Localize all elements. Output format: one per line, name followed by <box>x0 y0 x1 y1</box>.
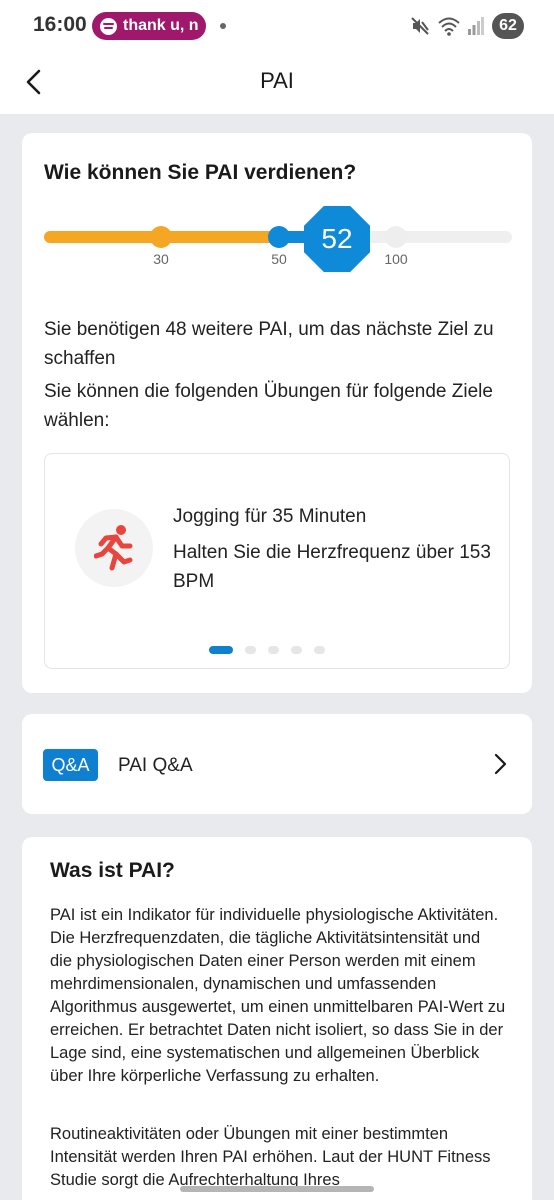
milestone-marker-50 <box>268 226 290 248</box>
notification-dot-icon <box>220 23 226 29</box>
earn-pai-card: Wie können Sie PAI verdienen? 30 50 100 … <box>22 133 532 693</box>
mute-icon <box>411 17 429 35</box>
what-is-pai-title: Was ist PAI? <box>50 859 175 882</box>
current-pai-badge: 52 <box>304 206 370 272</box>
earn-title: Wie können Sie PAI verdienen? <box>44 161 357 184</box>
exercise-icon-circle <box>75 509 153 587</box>
pagination-dot[interactable] <box>314 646 325 654</box>
what-is-pai-paragraph: Routineaktivitäten oder Übungen mit eine… <box>50 1125 491 1189</box>
qa-badge: Q&A <box>43 749 98 781</box>
app-header: PAI <box>0 52 554 114</box>
pagination-dot[interactable] <box>291 646 302 654</box>
tick-label-30: 30 <box>153 251 169 267</box>
running-person-icon <box>94 525 133 571</box>
status-time: 16:00 <box>33 13 87 36</box>
choose-exercise-text: Sie können die folgenden Übungen für fol… <box>44 381 493 431</box>
chevron-right-icon <box>494 753 507 775</box>
what-is-pai-card: Was ist PAI? PAI ist ein Indikator für i… <box>22 837 532 1200</box>
exercise-suggestion-card[interactable]: Jogging für 35 Minuten Halten Sie die He… <box>44 453 510 669</box>
home-indicator[interactable] <box>180 1186 374 1192</box>
status-icons: 62 <box>410 13 524 39</box>
exercise-duration-text: Jogging für 35 Minuten <box>173 506 367 527</box>
spotify-icon <box>100 17 117 35</box>
carousel-pagination <box>209 646 325 654</box>
tick-label-50: 50 <box>271 251 287 267</box>
wifi-icon <box>438 17 460 36</box>
what-is-pai-paragraph: PAI ist ein Indikator für individuelle p… <box>50 906 506 1085</box>
pagination-dot[interactable] <box>268 646 279 654</box>
tick-label-100: 100 <box>384 251 408 267</box>
signal-icon <box>468 17 484 35</box>
pai-progress-bar: 30 50 100 52 <box>44 206 512 281</box>
exercise-heart-rate-text: Halten Sie die Herzfrequenz über 153 BPM <box>173 542 491 592</box>
battery-indicator: 62 <box>492 13 524 39</box>
media-title: thank u, n <box>123 17 199 34</box>
pai-qa-row[interactable]: Q&A PAI Q&A <box>22 714 532 814</box>
qa-label: PAI Q&A <box>118 755 193 776</box>
milestone-marker-30 <box>150 226 172 248</box>
pagination-dot[interactable] <box>245 646 256 654</box>
pagination-dot[interactable] <box>209 646 233 654</box>
status-bar: 16:00 thank u, n 62 <box>0 0 554 52</box>
page-title: PAI <box>260 68 294 93</box>
milestone-marker-100 <box>385 226 407 248</box>
needed-pai-text: Sie benötigen 48 weitere PAI, um das näc… <box>44 319 494 369</box>
media-notification-pill[interactable]: thank u, n <box>92 12 206 40</box>
